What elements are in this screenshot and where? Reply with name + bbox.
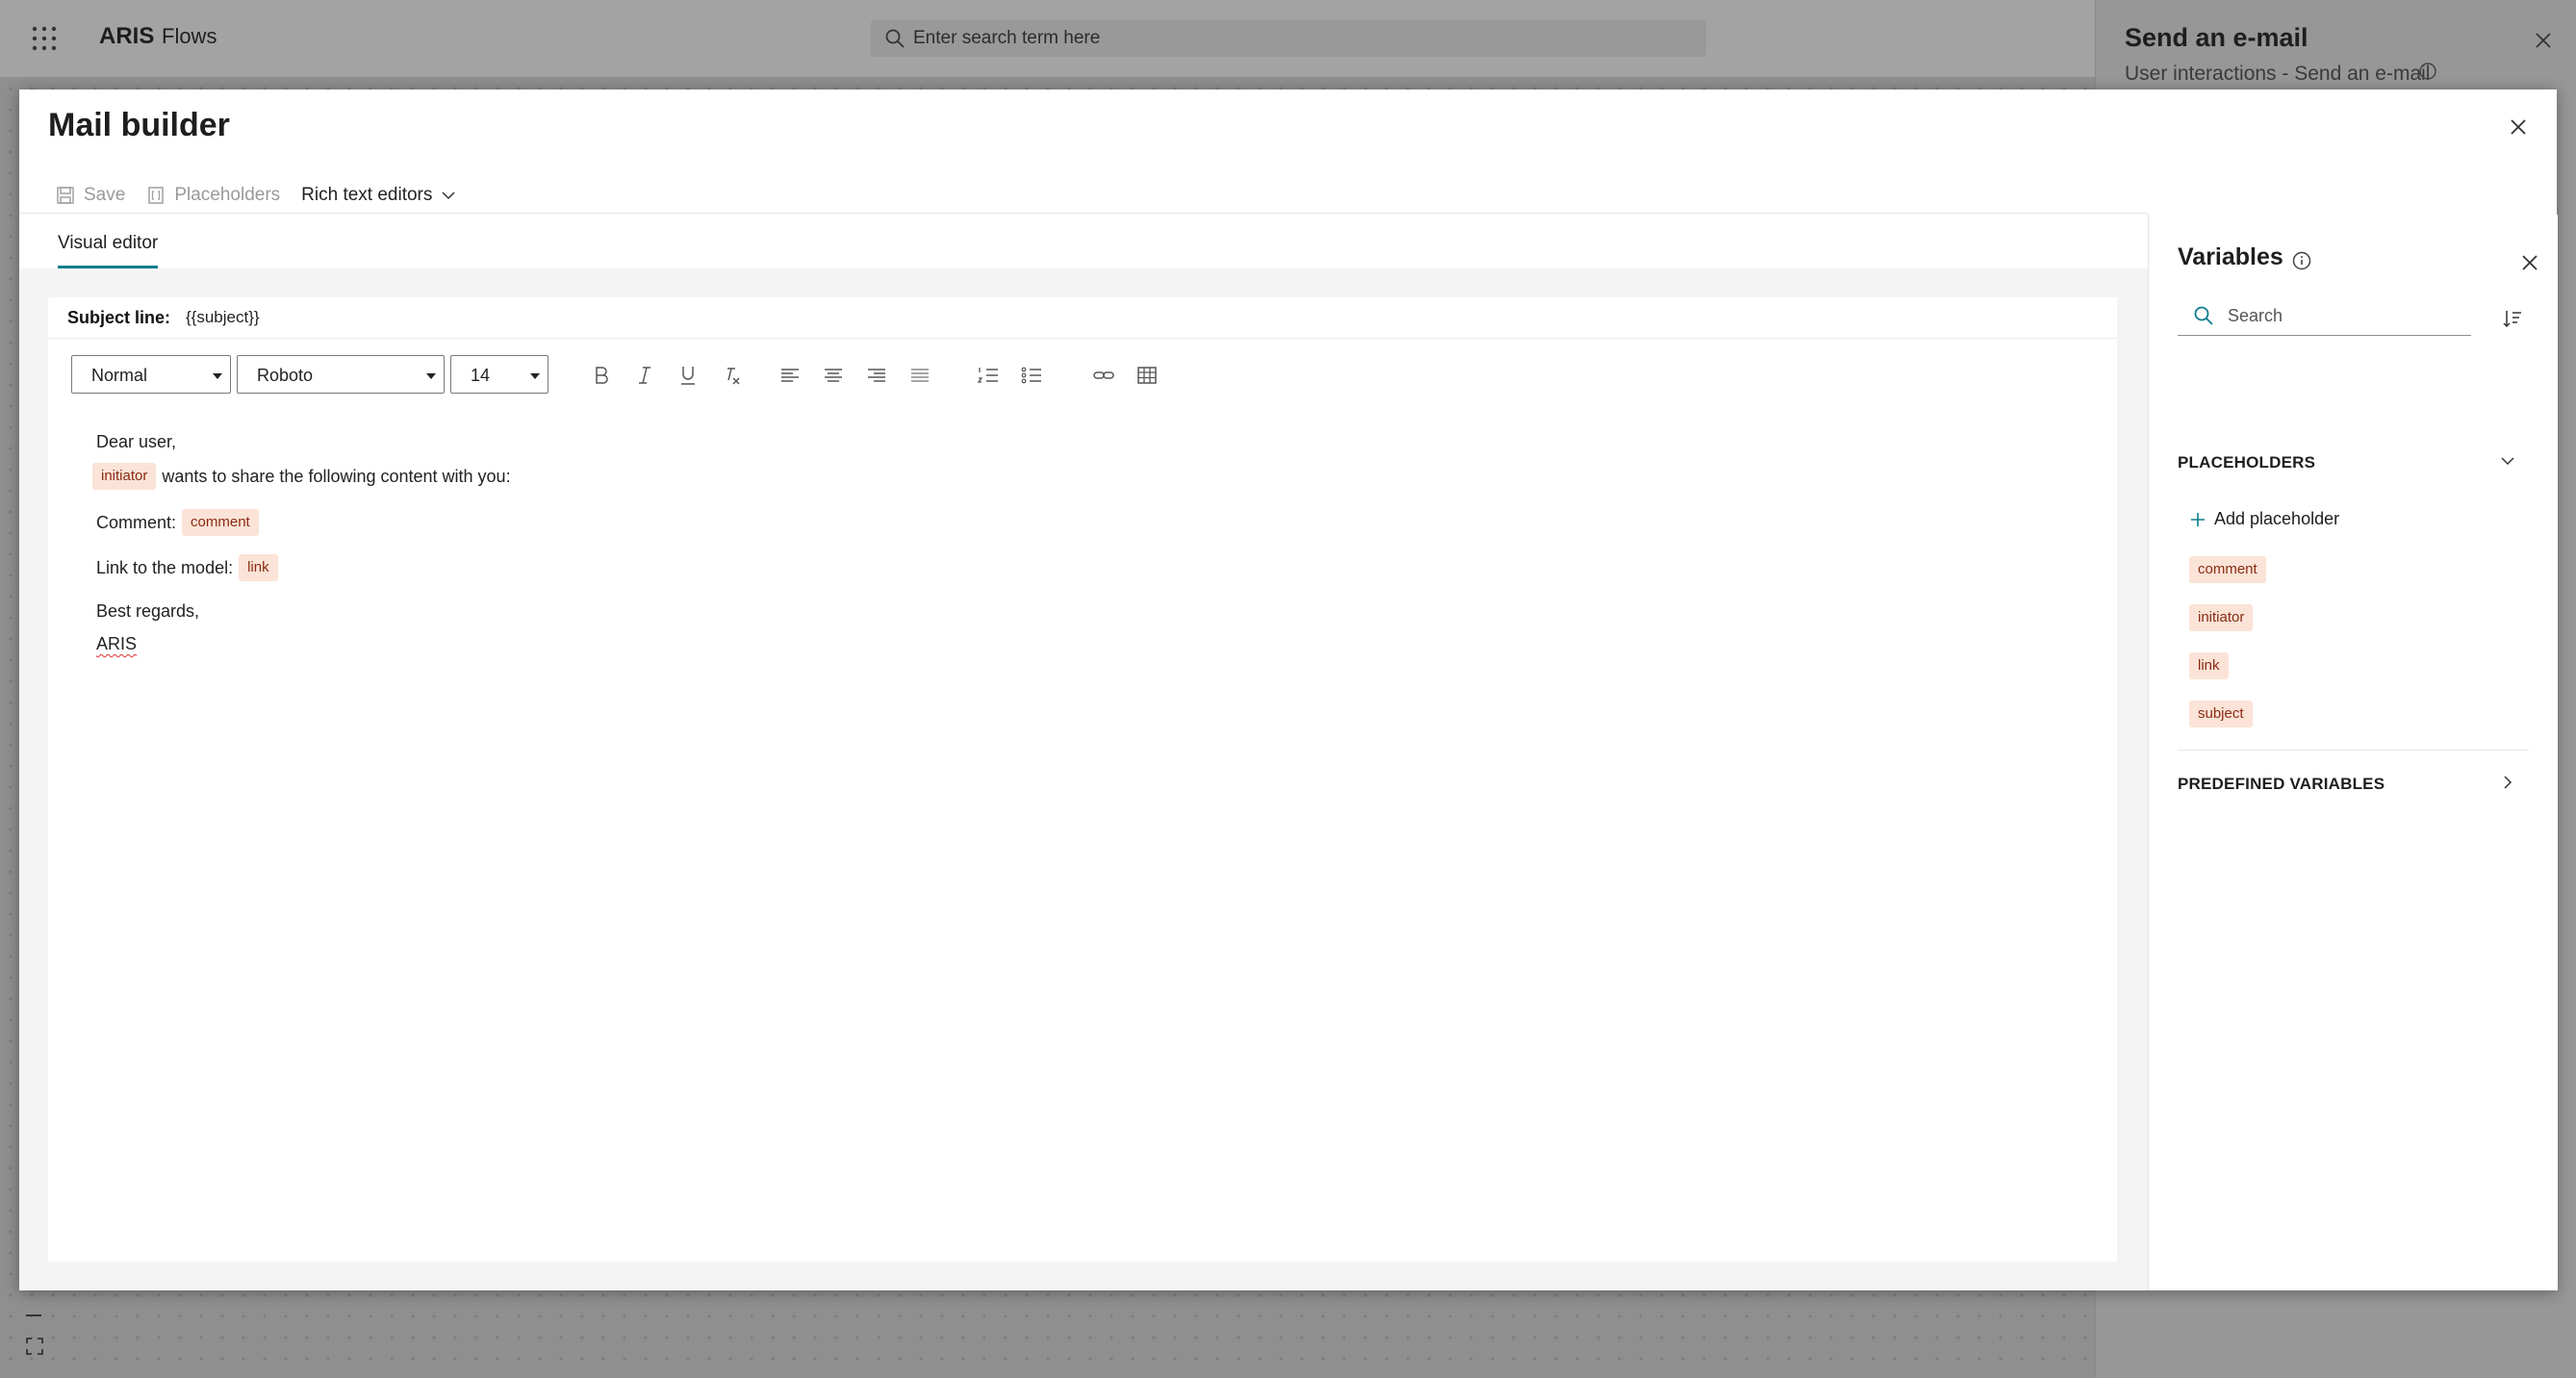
font-size-select[interactable]: 14 — [450, 355, 548, 394]
signature-line: ARIS — [96, 634, 137, 654]
ordered-list-icon[interactable] — [976, 363, 1001, 388]
save-icon — [57, 187, 74, 204]
save-button[interactable]: Save — [56, 185, 125, 206]
info-icon[interactable] — [2418, 62, 2437, 81]
editor-tabs: Visual editor — [19, 213, 2148, 271]
subject-row: Subject line: {{subject}} — [48, 297, 2117, 339]
info-icon[interactable] — [2291, 250, 2312, 271]
variable-chip-initiator[interactable]: initiator — [2189, 604, 2254, 631]
rich-text-editors-label: Rich text editors — [301, 185, 433, 205]
plus-icon — [2191, 512, 2205, 526]
app-launcher-icon[interactable] — [31, 25, 58, 52]
greeting-text: Dear user, — [96, 432, 177, 451]
placeholders-label: Placeholders — [174, 185, 281, 205]
placeholder-icon — [148, 187, 165, 204]
placeholder-chip-initiator[interactable]: initiator — [92, 463, 157, 490]
editor-area: Subject line: {{subject}} Normal Roboto … — [19, 268, 2148, 1290]
share-text: wants to share the following content wit… — [162, 466, 511, 486]
link-line: Link to the model: link — [96, 554, 278, 581]
add-placeholder-label: Add placeholder — [2214, 509, 2340, 528]
rich-text-editors-dropdown[interactable]: Rich text editors — [301, 185, 457, 206]
table-icon[interactable] — [1135, 363, 1160, 388]
save-label: Save — [84, 185, 126, 205]
brand-logo[interactable]: ARIS — [99, 23, 154, 50]
align-right-icon[interactable] — [864, 363, 889, 388]
subject-label: Subject line: — [67, 308, 171, 327]
placeholder-chip-comment[interactable]: comment — [182, 509, 259, 536]
placeholders-section-header[interactable]: PLACEHOLDERS — [2178, 453, 2315, 472]
global-search-placeholder: Enter search term here — [913, 28, 1101, 48]
paragraph-style-select[interactable]: Normal — [71, 355, 231, 394]
close-icon[interactable] — [2534, 31, 2553, 50]
align-center-icon[interactable] — [821, 363, 846, 388]
share-line: initiator wants to share the following c… — [92, 463, 511, 490]
search-icon — [885, 29, 905, 48]
variable-chip-link[interactable]: link — [2189, 652, 2229, 679]
bullet-list-icon[interactable] — [1019, 363, 1044, 388]
variables-title: Variables — [2178, 243, 2283, 270]
link-label: Link to the model: — [96, 557, 234, 577]
variables-panel: Variables PLACEHOLDERS — [2148, 215, 2558, 1290]
close-icon[interactable] — [2508, 116, 2529, 138]
clear-format-icon[interactable] — [719, 363, 744, 388]
app-section-name: Flows — [162, 24, 217, 48]
chevron-right-icon[interactable] — [2498, 773, 2517, 792]
mail-builder-dialog: Mail builder Save Placeholders Rich text… — [19, 89, 2558, 1290]
caret-down-icon — [530, 373, 540, 379]
font-family-select[interactable]: Roboto — [237, 355, 445, 394]
close-icon[interactable] — [2520, 253, 2539, 272]
fit-to-screen-icon[interactable] — [24, 1336, 45, 1357]
comment-label: Comment: — [96, 512, 177, 532]
editor-card: Subject line: {{subject}} Normal Roboto … — [48, 297, 2117, 1262]
comment-line: Comment: comment — [96, 509, 259, 536]
zoom-out-icon[interactable] — [24, 1314, 45, 1317]
link-icon[interactable] — [1091, 363, 1116, 388]
variable-chip-subject[interactable]: subject — [2189, 701, 2253, 727]
closing-line: Best regards, — [96, 601, 199, 622]
italic-icon[interactable] — [632, 363, 657, 388]
chevron-down-icon[interactable] — [2498, 451, 2517, 471]
bold-icon[interactable] — [589, 363, 614, 388]
caret-down-icon — [426, 373, 436, 379]
subject-input[interactable]: {{subject}} — [186, 308, 260, 327]
side-panel-title: Send an e-mail — [2125, 23, 2308, 52]
variables-search-box[interactable] — [2178, 296, 2471, 336]
align-justify-icon[interactable] — [907, 363, 932, 388]
greeting-line: Dear user, — [96, 432, 176, 452]
dialog-title: Mail builder — [48, 107, 230, 143]
variables-search-input[interactable] — [2226, 302, 2461, 329]
closing-text: Best regards, — [96, 601, 200, 621]
tab-visual-editor[interactable]: Visual editor — [58, 233, 159, 268]
add-placeholder-button[interactable]: Add placeholder — [2189, 509, 2339, 529]
variable-chip-comment[interactable]: comment — [2189, 556, 2266, 583]
align-left-icon[interactable] — [778, 363, 803, 388]
global-search-box[interactable]: Enter search term here — [871, 20, 1706, 57]
predefined-variables-section-header[interactable]: PREDEFINED VARIABLES — [2178, 775, 2385, 794]
section-divider — [2178, 750, 2529, 751]
paragraph-style-value: Normal — [91, 366, 148, 385]
dialog-toolbar: Save Placeholders Rich text editors — [56, 178, 478, 213]
caret-down-icon — [213, 373, 222, 379]
chevron-down-icon — [442, 191, 455, 200]
sort-icon[interactable] — [2501, 307, 2524, 330]
font-family-value: Roboto — [257, 366, 314, 385]
signature-text: ARIS — [96, 634, 138, 653]
underline-icon[interactable] — [676, 363, 701, 388]
font-size-value: 14 — [471, 366, 491, 385]
placeholder-chip-link[interactable]: link — [239, 554, 278, 581]
search-icon — [2194, 306, 2213, 325]
placeholders-button[interactable]: Placeholders — [146, 185, 280, 206]
side-panel-subtitle: User interactions - Send an e-mail — [2125, 63, 2431, 85]
